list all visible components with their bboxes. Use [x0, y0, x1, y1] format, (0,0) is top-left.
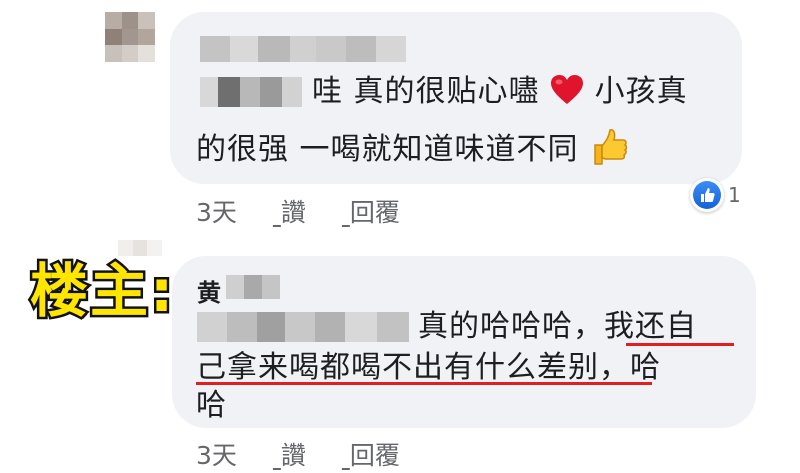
timestamp-link[interactable]: 3天 [196, 436, 237, 472]
highlight-underline [196, 382, 652, 385]
author-name-redacted[interactable] [200, 36, 406, 62]
timestamp-link[interactable]: 3天 [196, 193, 237, 229]
comment-text: 真的哈哈哈， [418, 309, 604, 344]
comment-text: 的很强 一喝就知道味道不同 [196, 132, 579, 167]
comment-text: 哈 [196, 388, 227, 423]
mention-redacted[interactable] [197, 312, 409, 342]
like-icon [693, 181, 721, 209]
reaction-count: 1 [728, 183, 741, 207]
comment-text-line: 哇 真的很贴心嚍 小孩真 [312, 70, 688, 114]
comment-text-line: 哈 [196, 384, 227, 428]
like-button[interactable]: 讚 [281, 436, 306, 472]
like-button[interactable]: 讚 [281, 193, 306, 229]
reply-button[interactable]: 回覆 [350, 436, 400, 472]
comment-text: 哇 真的很贴心嚍 [312, 74, 540, 109]
highlighted-text: 己拿来喝都喝不出有什么差别 [196, 350, 599, 385]
mention-redacted[interactable] [200, 77, 302, 107]
comment-actions: 3天 讚 回覆 [196, 193, 436, 229]
reply-button[interactable]: 回覆 [350, 193, 400, 229]
thumbs-up-icon [589, 129, 629, 167]
author-name[interactable]: 黄 [197, 273, 221, 308]
comment-text-line: 的很强 一喝就知道味道不同 [196, 127, 629, 172]
red-heart-icon [550, 74, 595, 109]
comment-text: ，哈 [599, 350, 661, 385]
avatar[interactable] [105, 12, 155, 62]
highlighted-text: 我还自 [604, 309, 697, 344]
comment-actions: 3天 讚 回覆 [196, 436, 436, 472]
owner-label: 楼主: [27, 255, 176, 328]
author-name-redacted[interactable] [226, 275, 280, 299]
comment-text: 小孩真 [594, 74, 688, 109]
reaction-badge[interactable] [690, 178, 724, 212]
avatar[interactable] [118, 240, 162, 256]
